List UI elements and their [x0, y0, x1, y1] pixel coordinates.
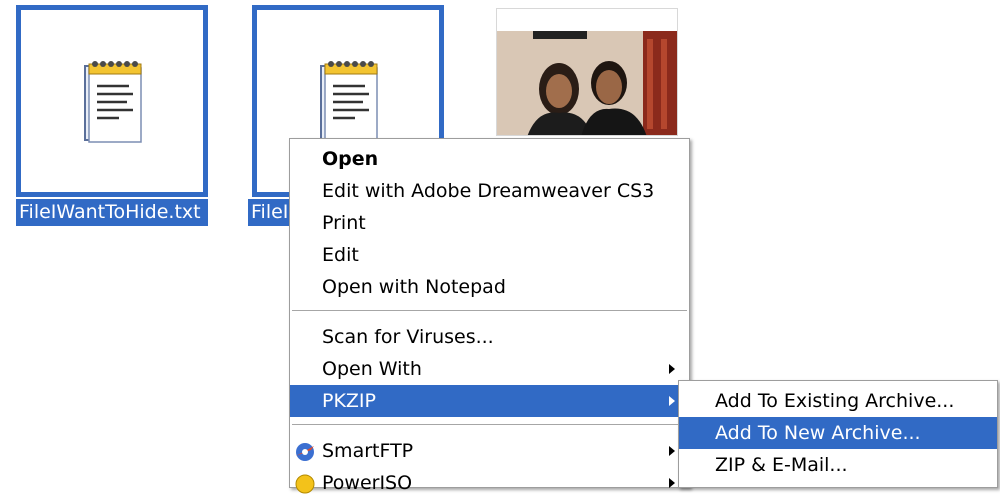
- submenu-item-zip-email[interactable]: ZIP & E-Mail...: [679, 449, 997, 481]
- menu-separator: [292, 310, 687, 312]
- menu-item-open-with[interactable]: Open With: [290, 353, 689, 385]
- submenu-item-add-existing[interactable]: Add To Existing Archive...: [679, 385, 997, 417]
- submenu-arrow-icon: [669, 396, 675, 406]
- file-thumbnail[interactable]: [16, 5, 208, 197]
- menu-item-open-notepad[interactable]: Open with Notepad: [290, 271, 689, 303]
- menu-item-open[interactable]: Open: [290, 143, 689, 175]
- photo-image: [497, 9, 677, 135]
- menu-item-pkzip[interactable]: PKZIP: [290, 385, 689, 417]
- submenu-arrow-icon: [669, 446, 675, 456]
- context-menu: Open Edit with Adobe Dreamweaver CS3 Pri…: [289, 138, 690, 494]
- menu-separator: [292, 424, 687, 426]
- notepad-icon: [320, 61, 378, 143]
- file-name-label[interactable]: FileIWantToHide.txt: [16, 199, 208, 226]
- menu-item-poweriso[interactable]: PowerISO: [290, 467, 689, 499]
- menu-item-label: PowerISO: [322, 472, 413, 494]
- photo-thumbnail[interactable]: [496, 8, 678, 136]
- menu-item-label: PKZIP: [322, 390, 376, 412]
- smartftp-icon: [296, 443, 314, 461]
- menu-item-smartftp[interactable]: SmartFTP: [290, 435, 689, 467]
- menu-item-label: Open With: [322, 358, 422, 380]
- submenu-arrow-icon: [669, 364, 675, 374]
- pkzip-submenu: Add To Existing Archive... Add To New Ar…: [678, 380, 998, 488]
- menu-item-scan-viruses[interactable]: Scan for Viruses...: [290, 321, 689, 353]
- menu-item-label: SmartFTP: [322, 440, 414, 462]
- menu-item-edit[interactable]: Edit: [290, 239, 689, 271]
- notepad-icon: [84, 61, 142, 143]
- menu-item-edit-dreamweaver[interactable]: Edit with Adobe Dreamweaver CS3: [290, 175, 689, 207]
- submenu-item-add-new[interactable]: Add To New Archive...: [679, 417, 997, 449]
- poweriso-icon: [295, 474, 315, 494]
- menu-item-print[interactable]: Print: [290, 207, 689, 239]
